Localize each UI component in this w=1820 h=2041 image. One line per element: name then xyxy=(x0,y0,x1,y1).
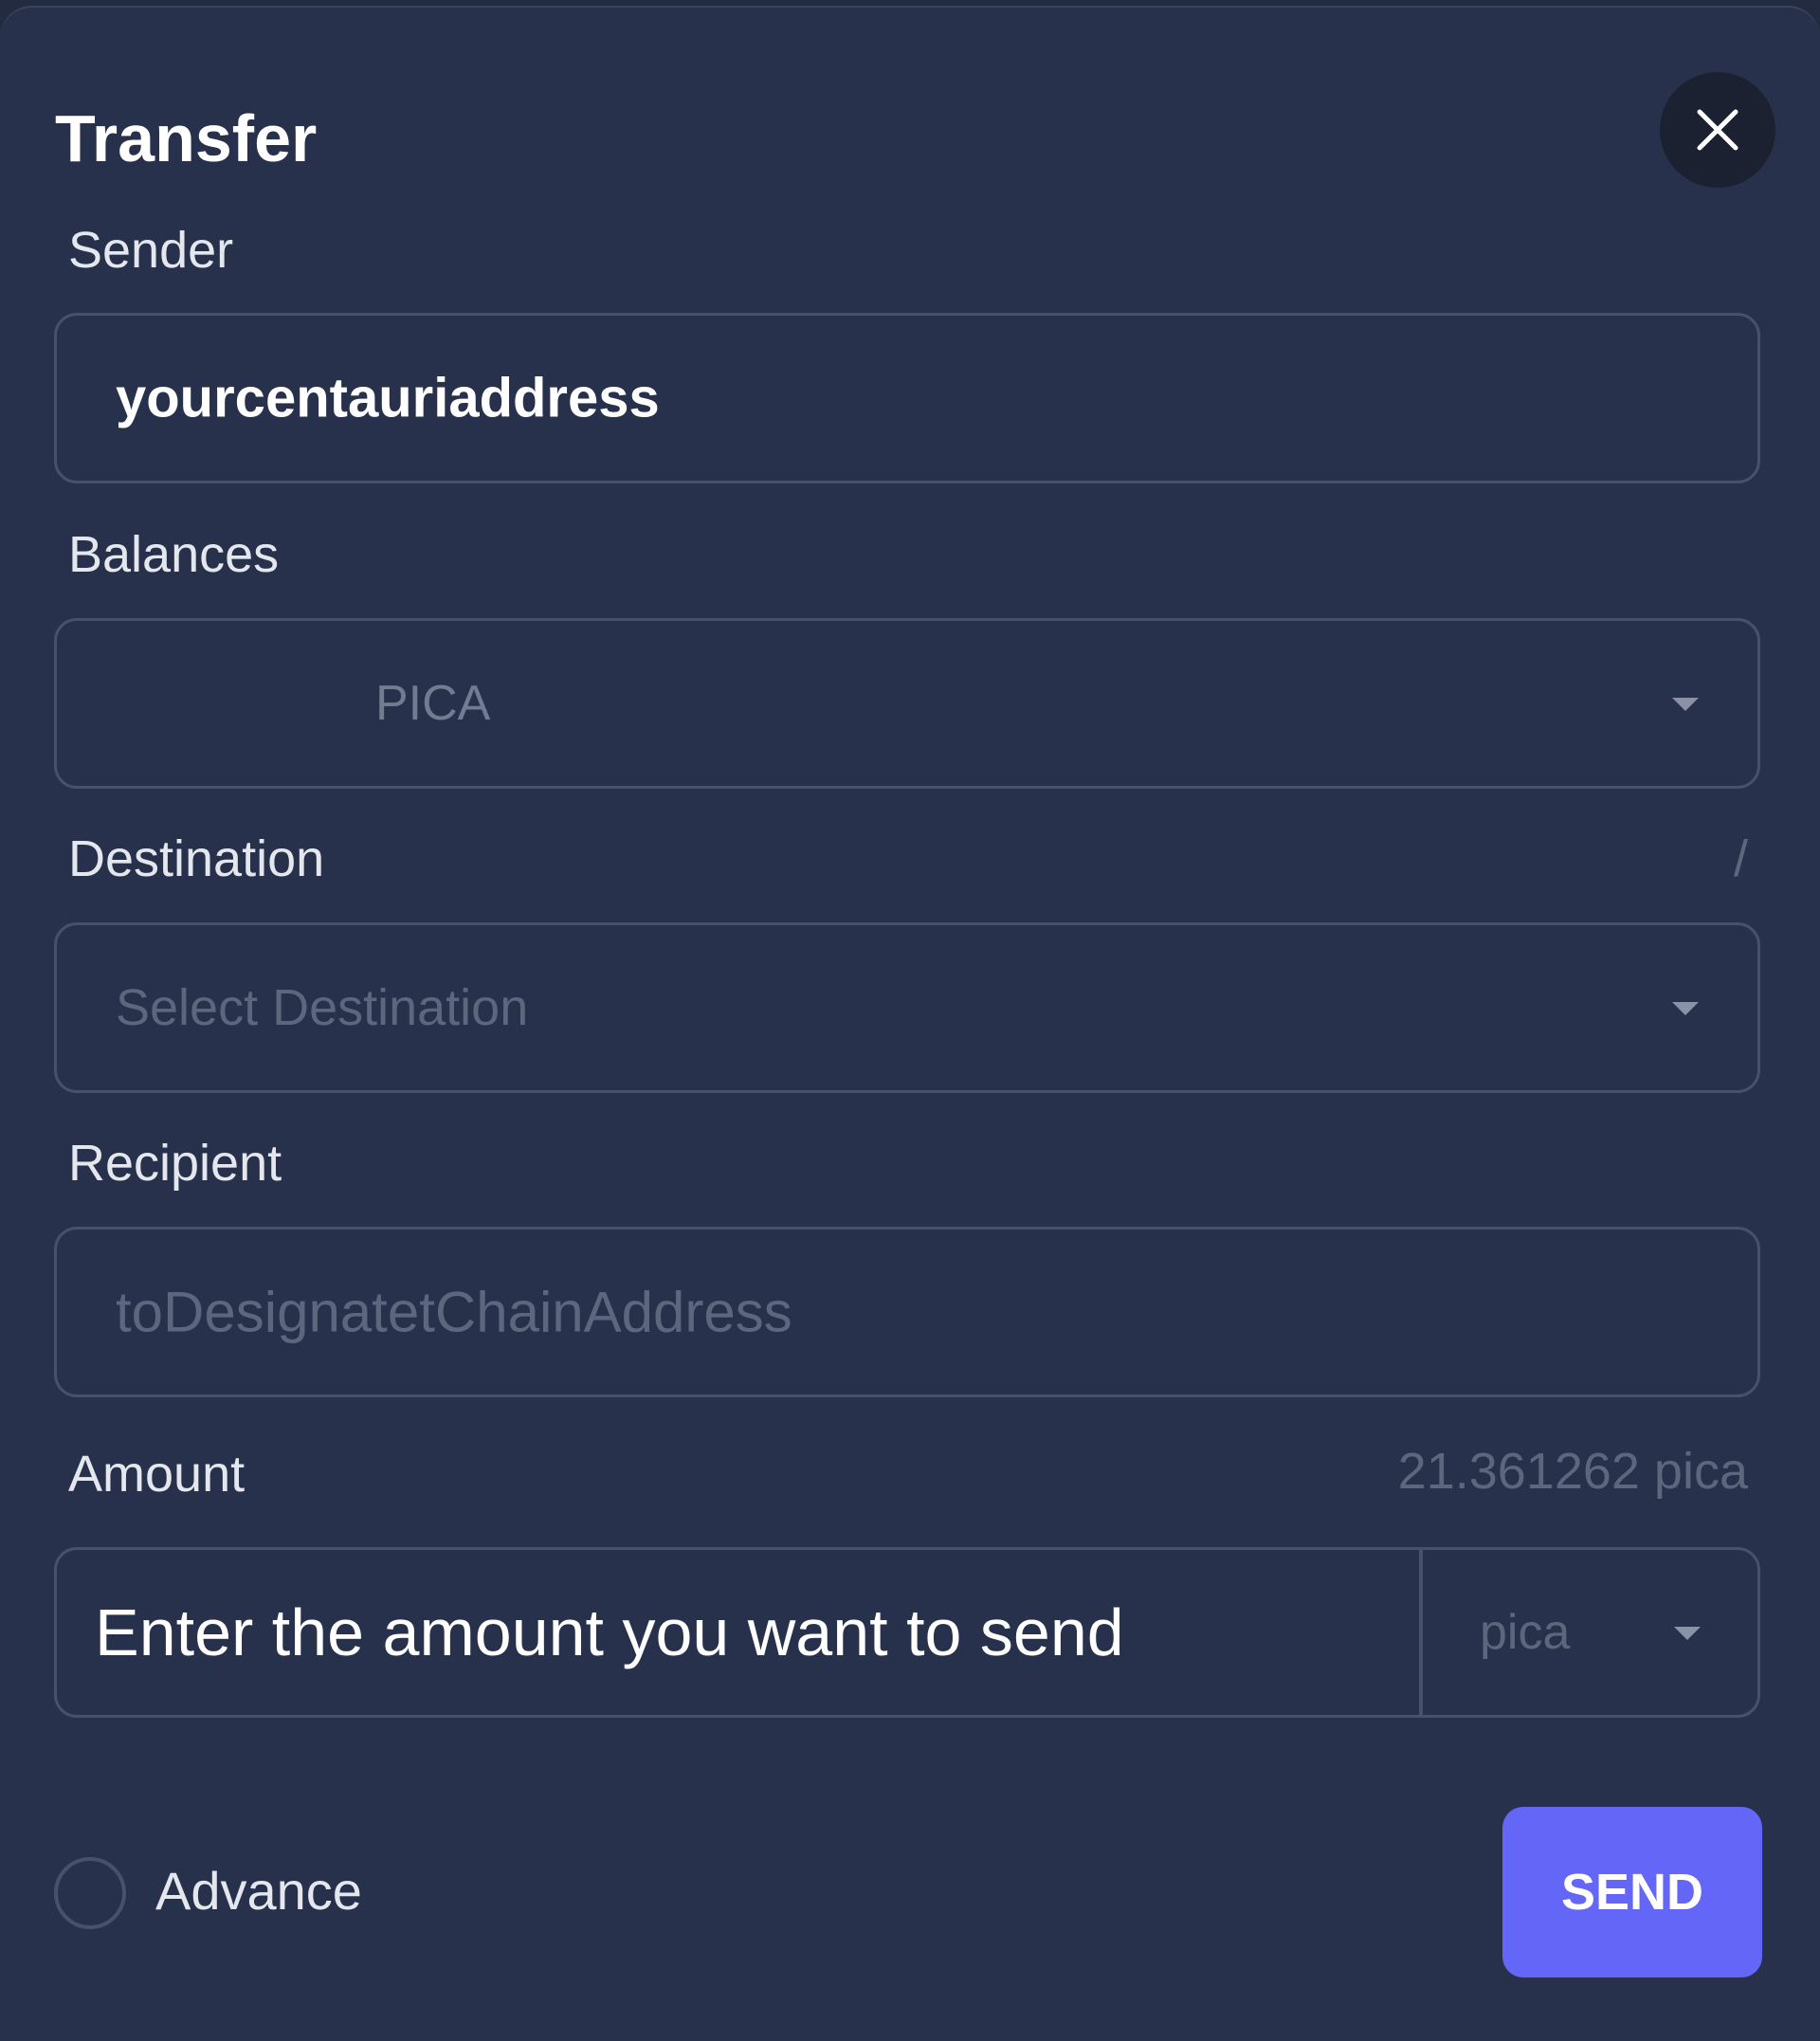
balances-selected-value: PICA xyxy=(375,676,491,731)
recipient-label: Recipient xyxy=(68,1135,282,1192)
transfer-dialog: Transfer Sender yourcentauriaddress Bala… xyxy=(0,6,1820,2041)
destination-select[interactable]: Select Destination xyxy=(54,922,1760,1093)
amount-balance: 21.361262 pica xyxy=(1397,1443,1748,1500)
sender-field[interactable]: yourcentauriaddress xyxy=(54,313,1760,483)
amount-label: Amount xyxy=(68,1446,246,1503)
close-button[interactable] xyxy=(1660,72,1775,188)
balances-select[interactable]: PICA xyxy=(54,618,1760,789)
advance-label: Advance xyxy=(155,1861,362,1921)
amount-placeholder: Enter the amount you want to send xyxy=(95,1595,1124,1669)
unit-value: pica xyxy=(1480,1605,1571,1660)
unit-select[interactable]: pica xyxy=(1419,1550,1757,1715)
destination-note: / xyxy=(1733,830,1748,887)
close-icon xyxy=(1696,108,1739,152)
recipient-placeholder: toDesignatetChainAddress xyxy=(116,1280,792,1344)
dialog-title: Transfer xyxy=(55,101,318,175)
sender-label: Sender xyxy=(68,222,234,279)
balances-label: Balances xyxy=(68,526,280,583)
destination-placeholder: Select Destination xyxy=(116,979,529,1036)
advance-checkbox[interactable] xyxy=(54,1857,126,1929)
sender-value: yourcentauriaddress xyxy=(116,367,660,429)
chevron-down-icon xyxy=(1674,1627,1701,1640)
chevron-down-icon xyxy=(1672,1002,1699,1015)
chevron-down-icon xyxy=(1672,698,1699,711)
destination-label: Destination xyxy=(68,830,325,887)
amount-input[interactable]: Enter the amount you want to send xyxy=(57,1550,1419,1715)
recipient-input[interactable]: toDesignatetChainAddress xyxy=(54,1227,1760,1397)
amount-field: Enter the amount you want to send pica xyxy=(54,1547,1760,1718)
send-button[interactable]: SEND xyxy=(1502,1807,1762,1977)
